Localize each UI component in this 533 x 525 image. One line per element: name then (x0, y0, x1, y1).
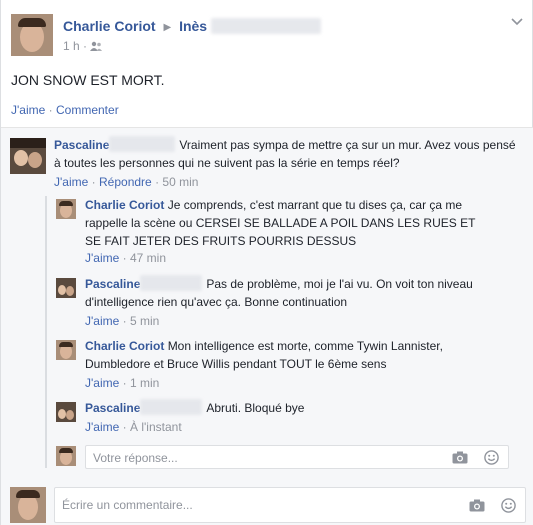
comment-like-link[interactable]: J'aime (54, 175, 88, 189)
redacted-name (109, 136, 176, 152)
reply-actions: J'aime · 5 min (85, 314, 160, 328)
reply-input[interactable]: Votre réponse... (85, 445, 509, 469)
reply-thread-line (45, 196, 47, 468)
reply-author-link[interactable]: Charlie Coriot (85, 198, 164, 212)
reply-avatar[interactable] (56, 199, 76, 219)
comment: Pascaline Vraiment pas sympa de mettre ça… (54, 136, 519, 172)
reply-actions: J'aime · À l'instant (85, 420, 182, 434)
post-time[interactable]: 1 h (63, 39, 80, 53)
reply-author-link[interactable]: Charlie Coriot (85, 339, 164, 353)
friends-audience-icon[interactable] (90, 40, 103, 51)
post-target-link[interactable]: Inès (179, 18, 207, 34)
comment-reply-link[interactable]: Répondre (99, 175, 152, 189)
post-comment-link[interactable]: Commenter (56, 103, 119, 117)
post-header: Charlie Coriot ▶ Inès (63, 17, 321, 37)
arrow-right-icon: ▶ (163, 22, 172, 33)
reply: Charlie Coriot Mon intelligence est mort… (85, 337, 485, 373)
comment-input-placeholder: Écrire un commentaire... (62, 498, 193, 512)
redacted-name (140, 399, 203, 415)
reply-actions: J'aime · 47 min (85, 251, 167, 265)
comment-time[interactable]: 50 min (162, 175, 198, 189)
reply-author-link[interactable]: Pascaline (85, 401, 140, 415)
post-text: JON SNOW EST MORT. (11, 72, 165, 88)
smiley-icon[interactable] (484, 450, 499, 468)
camera-icon[interactable] (469, 499, 485, 515)
comment-author-link[interactable]: Pascaline (54, 138, 109, 152)
camera-icon[interactable] (452, 451, 468, 467)
smiley-icon[interactable] (501, 498, 516, 516)
reply-avatar[interactable] (56, 278, 76, 298)
reply-author-link[interactable]: Pascaline (85, 277, 140, 291)
reply-time[interactable]: 5 min (130, 314, 159, 328)
reply-like-link[interactable]: J'aime (85, 251, 119, 265)
post-author-link[interactable]: Charlie Coriot (63, 18, 156, 34)
reply: Pascaline Abruti. Bloqué bye (85, 399, 485, 417)
post-meta: 1 h · (63, 39, 103, 53)
reply-like-link[interactable]: J'aime (85, 420, 119, 434)
reply-input-placeholder: Votre réponse... (93, 451, 178, 465)
post-card: Charlie Coriot ▶ Inès 1 h · JON SNOW EST… (0, 0, 533, 525)
reply-avatar[interactable] (56, 340, 76, 360)
reply-like-link[interactable]: J'aime (85, 314, 119, 328)
reply: Pascaline Pas de problème, moi je l'ai vu… (85, 275, 485, 311)
reply-time[interactable]: 1 min (130, 376, 159, 390)
post-actions: J'aime · Commenter (11, 103, 119, 117)
comment-actions: J'aime · Répondre · 50 min (54, 175, 199, 189)
current-user-avatar (10, 487, 46, 523)
author-avatar[interactable] (11, 14, 53, 56)
reply-like-link[interactable]: J'aime (85, 376, 119, 390)
reply-avatar[interactable] (56, 402, 76, 422)
reply-time[interactable]: 47 min (130, 251, 166, 265)
redacted-name (210, 18, 321, 34)
comment-input[interactable]: Écrire un commentaire... (54, 487, 526, 523)
post-options-chevron-icon[interactable] (510, 16, 524, 26)
reply-actions: J'aime · 1 min (85, 376, 160, 390)
reply: Charlie Coriot Je comprends, c'est marra… (85, 196, 485, 250)
reply-time[interactable]: À l'instant (130, 420, 182, 434)
commenter-avatar[interactable] (10, 138, 46, 174)
current-user-reply-avatar (56, 446, 76, 466)
post-like-link[interactable]: J'aime (11, 103, 45, 117)
redacted-name (140, 275, 203, 291)
reply-text: Abruti. Bloqué bye (206, 401, 305, 415)
